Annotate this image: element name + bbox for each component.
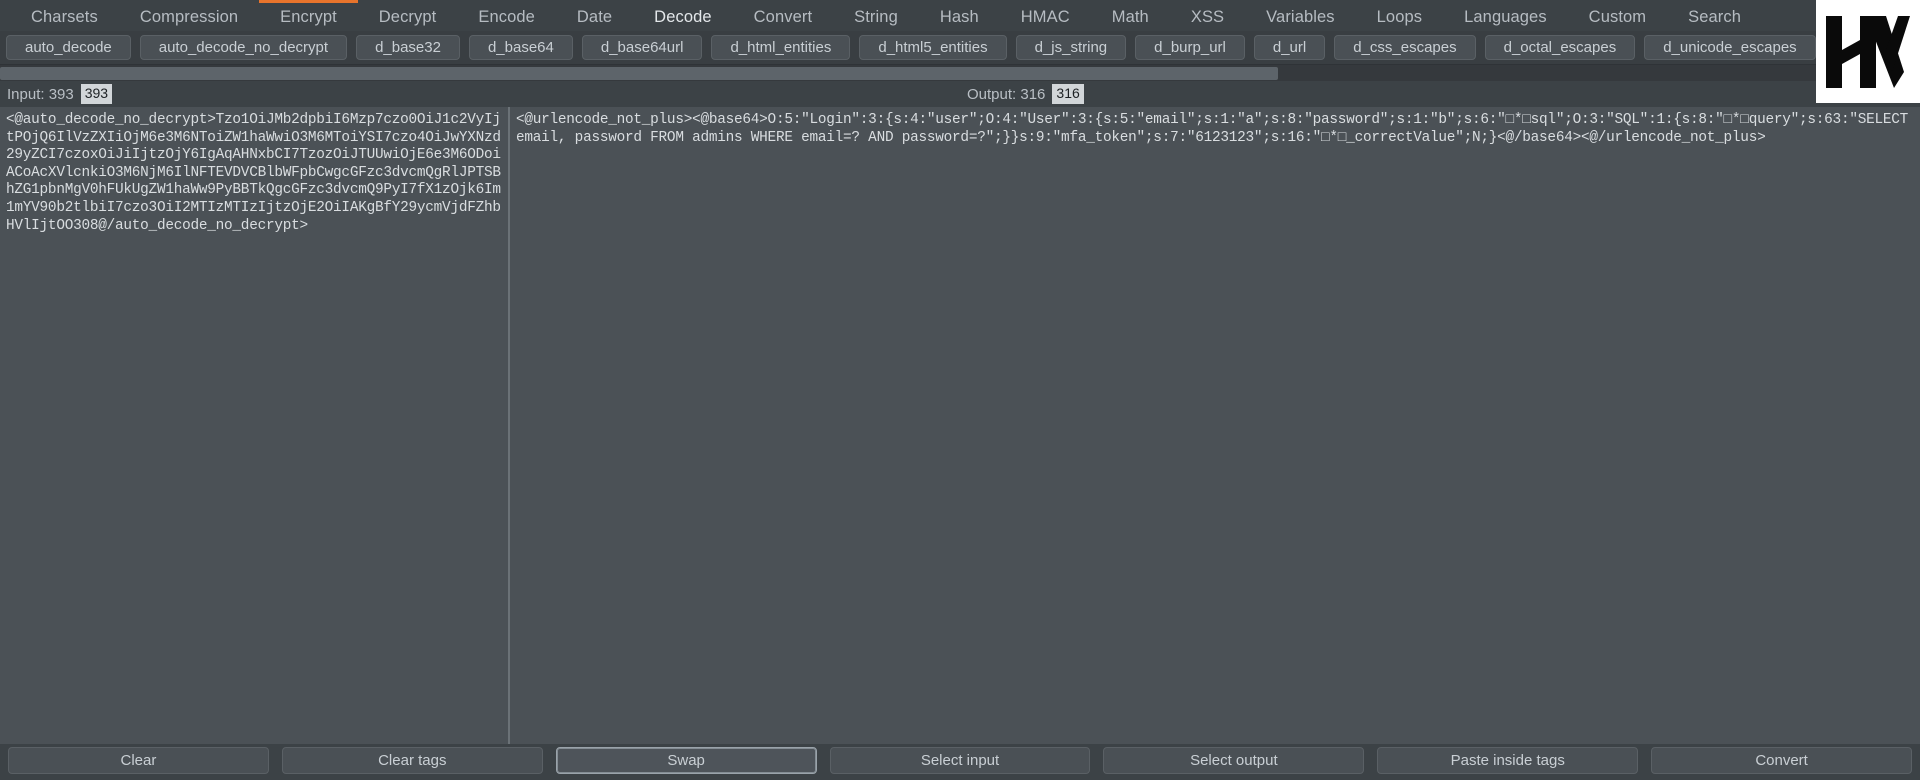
- nav-tab-encrypt[interactable]: Encrypt: [259, 0, 358, 31]
- io-labels-row: Input: 393 393 Output: 316 316: [0, 81, 1920, 107]
- bar-button-label: Select input: [920, 751, 1000, 769]
- nav-tab-variables[interactable]: Variables: [1245, 0, 1355, 31]
- bar-button-label: Swap: [667, 751, 705, 769]
- hackvertor-logo: [1816, 0, 1920, 103]
- nav-tab-label: String: [854, 7, 898, 26]
- bar-button-label: Convert: [1755, 751, 1808, 769]
- tag-button-d_base32[interactable]: d_base32: [356, 35, 460, 60]
- tag-button-d_css_escapes[interactable]: d_css_escapes: [1334, 35, 1476, 60]
- input-label-group: Input: 393 393: [0, 81, 960, 107]
- output-count-badge: 316: [1052, 84, 1084, 104]
- nav-tab-xss[interactable]: XSS: [1170, 0, 1245, 31]
- nav-tab-hmac[interactable]: HMAC: [1000, 0, 1091, 31]
- bar-button-label: Clear: [120, 751, 157, 769]
- tag-button-label: d_base64url: [600, 39, 684, 56]
- nav-tab-label: Date: [576, 7, 613, 26]
- tag-button-auto_decode[interactable]: auto_decode: [6, 35, 131, 60]
- tag-button-label: d_burp_url: [1154, 39, 1226, 56]
- tag-button-label: d_js_string: [1034, 39, 1108, 56]
- nav-tab-convert[interactable]: Convert: [733, 0, 833, 31]
- nav-tab-label: Loops: [1376, 7, 1423, 26]
- tag-button-d_js_string[interactable]: d_js_string: [1015, 35, 1127, 60]
- nav-tab-languages[interactable]: Languages: [1443, 0, 1568, 31]
- nav-tab-encode[interactable]: Encode: [457, 0, 556, 31]
- tag-button-d_base64url[interactable]: d_base64url: [581, 35, 703, 60]
- tag-button-label: auto_decode: [25, 39, 112, 56]
- tag-button-label: d_url: [1272, 39, 1307, 56]
- nav-tab-label: HMAC: [1020, 7, 1070, 26]
- tag-button-label: d_css_escapes: [1353, 39, 1457, 56]
- nav-tab-loops[interactable]: Loops: [1356, 0, 1443, 31]
- nav-tab-string[interactable]: String: [833, 0, 919, 31]
- nav-tab-math[interactable]: Math: [1091, 0, 1170, 31]
- tagbar-scrollbar-track[interactable]: [0, 64, 1920, 81]
- tag-button-label: d_base64: [487, 39, 554, 56]
- category-tab-bar: Charsets Compression Encrypt Decrypt Encode D…: [0, 0, 1920, 31]
- nav-tab-label: Custom: [1588, 7, 1647, 26]
- clear-button[interactable]: Clear: [8, 746, 269, 774]
- input-label: Input: 393: [7, 85, 74, 103]
- tag-button-d_octal_escapes[interactable]: d_octal_escapes: [1484, 35, 1636, 60]
- nav-tab-charsets[interactable]: Charsets: [10, 0, 119, 31]
- bar-button-label: Select output: [1190, 751, 1278, 769]
- input-editor-pane[interactable]: <@auto_decode_no_decrypt>Tzo1OiJMb2dpbiI…: [0, 107, 508, 744]
- nav-tab-label: XSS: [1190, 7, 1225, 26]
- nav-tab-label: Decrypt: [378, 7, 437, 26]
- input-count-badge: 393: [80, 84, 113, 104]
- output-textarea[interactable]: <@urlencode_not_plus><@base64>O:5:"Login…: [510, 107, 1920, 147]
- nav-tab-label: Convert: [753, 7, 813, 26]
- tag-button-label: d_base32: [375, 39, 441, 56]
- output-label: Output: 316: [967, 85, 1046, 103]
- convert-button[interactable]: Convert: [1651, 746, 1913, 774]
- output-editor-pane[interactable]: <@urlencode_not_plus><@base64>O:5:"Login…: [509, 107, 1920, 744]
- nav-tab-label: Encode: [478, 7, 535, 26]
- bar-button-label: Clear tags: [378, 751, 447, 769]
- nav-tab-label: Variables: [1266, 7, 1335, 26]
- tag-button-label: d_html5_entities: [878, 39, 988, 56]
- nav-tab-search[interactable]: Search: [1667, 0, 1762, 31]
- tag-button-label: auto_decode_no_decrypt: [158, 39, 329, 56]
- nav-tab-label: Charsets: [31, 7, 98, 26]
- output-label-group: Output: 316 316: [960, 81, 1920, 107]
- tag-button-auto_decode_no_decrypt[interactable]: auto_decode_no_decrypt: [139, 35, 348, 60]
- tag-button-bar: auto_decode auto_decode_no_decrypt d_base3…: [0, 31, 1920, 64]
- nav-tab-hash[interactable]: Hash: [919, 0, 1000, 31]
- tagbar-scrollbar-thumb[interactable]: [0, 67, 1278, 80]
- nav-tab-decrypt[interactable]: Decrypt: [358, 0, 458, 31]
- tag-button-d_base64[interactable]: d_base64: [468, 35, 573, 60]
- nav-tab-label: Math: [1111, 7, 1149, 26]
- tag-button-d_html_entities[interactable]: d_html_entities: [711, 35, 851, 60]
- nav-tab-label: Hash: [939, 7, 979, 26]
- nav-tab-date[interactable]: Date: [556, 0, 633, 31]
- select-output-button[interactable]: Select output: [1103, 746, 1365, 774]
- nav-tab-label: Languages: [1464, 7, 1547, 26]
- swap-button[interactable]: Swap: [555, 746, 817, 774]
- tag-button-d_url[interactable]: d_url: [1253, 35, 1326, 60]
- select-input-button[interactable]: Select input: [829, 746, 1091, 774]
- tag-button-label: d_octal_escapes: [1503, 39, 1617, 56]
- nav-tab-compression[interactable]: Compression: [119, 0, 259, 31]
- tag-button-label: d_unicode_escapes: [1663, 39, 1797, 56]
- tag-button-d_html5_entities[interactable]: d_html5_entities: [859, 35, 1007, 60]
- tag-button-d_unicode_escapes[interactable]: d_unicode_escapes: [1644, 35, 1816, 60]
- hackvertor-panel: Charsets Compression Encrypt Decrypt Encode D…: [0, 0, 1920, 780]
- hv-monogram-icon: [1826, 15, 1910, 88]
- clear-tags-button[interactable]: Clear tags: [281, 746, 543, 774]
- nav-tab-label: Search: [1688, 7, 1742, 26]
- tag-button-d_burp_url[interactable]: d_burp_url: [1135, 35, 1245, 60]
- action-button-bar: Clear Clear tags Swap Select input Select ou…: [0, 744, 1920, 780]
- nav-tab-label: Compression: [139, 7, 239, 26]
- editors-container: <@auto_decode_no_decrypt>Tzo1OiJMb2dpbiI…: [0, 107, 1920, 744]
- tag-button-label: d_html_entities: [730, 39, 832, 56]
- nav-tab-custom[interactable]: Custom: [1568, 0, 1667, 31]
- input-textarea[interactable]: <@auto_decode_no_decrypt>Tzo1OiJMb2dpbiI…: [0, 107, 508, 235]
- bar-button-label: Paste inside tags: [1450, 751, 1565, 769]
- paste-inside-tags-button[interactable]: Paste inside tags: [1377, 746, 1639, 774]
- nav-tab-decode[interactable]: Decode: [633, 0, 732, 31]
- nav-tab-label: Decode: [654, 7, 712, 26]
- nav-tab-label: Encrypt: [280, 7, 337, 26]
